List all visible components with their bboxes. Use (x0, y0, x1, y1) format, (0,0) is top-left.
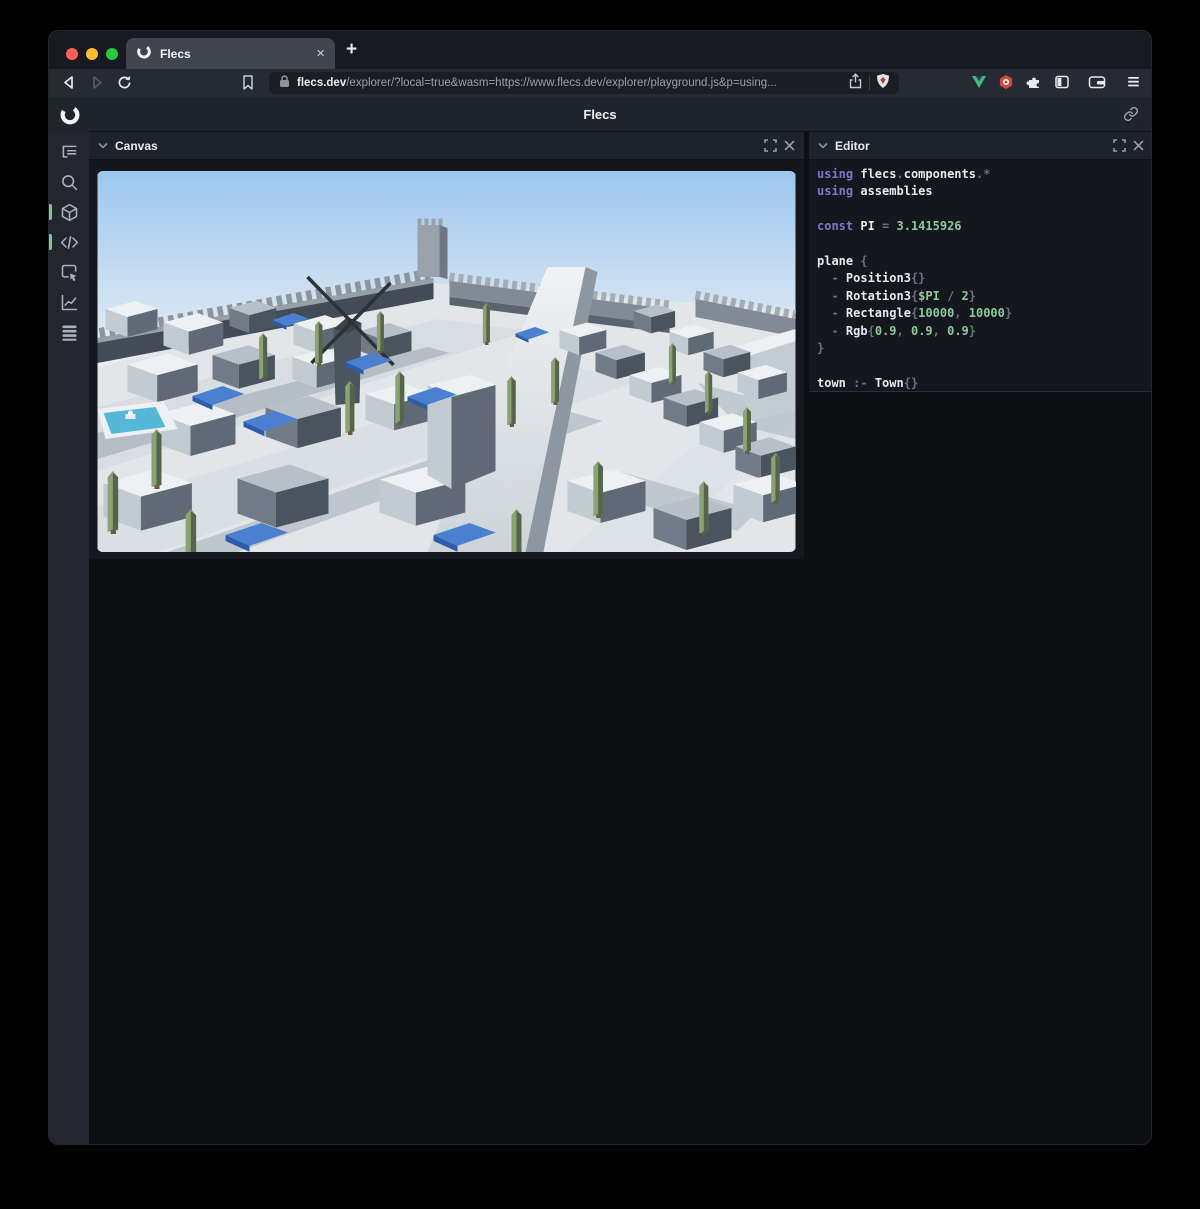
browser-window: Flecs × + flecs.dev/explorer/?local=true… (48, 30, 1152, 1145)
canvas-panel: Canvas (89, 132, 804, 559)
url-domain: flecs.dev (297, 77, 346, 89)
url-text: flecs.dev/explorer/?local=true&wasm=http… (297, 77, 842, 89)
tab-title: Flecs (160, 47, 308, 61)
window-zoom-button[interactable] (106, 48, 118, 60)
editor-panel-header: Editor (809, 132, 1152, 160)
tab-close-icon[interactable]: × (316, 46, 325, 61)
new-tab-button[interactable]: + (346, 39, 357, 61)
vue-devtools-extension-icon[interactable] (971, 75, 987, 94)
sidebar-item-scene-canvas[interactable] (49, 197, 89, 227)
fullscreen-icon[interactable] (764, 139, 777, 152)
chevron-down-icon[interactable] (98, 142, 108, 150)
inspect-cursor-icon (59, 262, 80, 283)
url-divider (869, 76, 870, 90)
extensions-puzzle-icon[interactable] (1026, 74, 1042, 95)
fullscreen-icon[interactable] (1113, 139, 1126, 152)
canvas-panel-title: Canvas (115, 139, 158, 153)
3d-viewport[interactable] (97, 171, 796, 552)
editor-panel: Editor using flecs.components.*using ass… (809, 132, 1152, 392)
forward-button[interactable] (89, 74, 105, 96)
share-link-icon[interactable] (1123, 106, 1139, 127)
sidebar-item-search[interactable] (49, 167, 89, 197)
close-icon[interactable] (784, 140, 795, 151)
back-button[interactable] (61, 74, 77, 96)
browser-toolbar: flecs.dev/explorer/?local=true&wasm=http… (49, 69, 1151, 97)
cube-icon (59, 202, 80, 223)
brave-shield-icon[interactable] (876, 73, 890, 94)
line-chart-icon (59, 292, 80, 313)
flecs-logo[interactable] (59, 103, 81, 130)
flecs-favicon (136, 43, 152, 64)
rows-stack-icon (59, 322, 80, 343)
town-scene (97, 171, 796, 552)
menu-hamburger-icon[interactable] (1126, 74, 1141, 94)
app-header: Flecs (49, 97, 1151, 131)
wallet-icon[interactable] (1088, 74, 1106, 95)
window-minimize-button[interactable] (86, 48, 98, 60)
reload-button[interactable] (116, 74, 133, 96)
left-sidebar (49, 131, 89, 1145)
traffic-lights (66, 48, 118, 60)
tree-outline-icon (59, 142, 80, 163)
window-close-button[interactable] (66, 48, 78, 60)
workspace: Canvas (89, 131, 1151, 1145)
canvas-panel-header: Canvas (89, 132, 804, 160)
sidebar-item-stats[interactable] (49, 287, 89, 317)
editor-panel-title: Editor (835, 139, 870, 153)
browser-tab-bar: Flecs × + (49, 31, 1151, 69)
page-title: Flecs (583, 107, 616, 122)
url-bar[interactable]: flecs.dev/explorer/?local=true&wasm=http… (269, 72, 899, 94)
url-path: /explorer/?local=true&wasm=https://www.f… (346, 77, 777, 89)
lock-icon (278, 74, 291, 93)
sidebar-toggle-icon[interactable] (1054, 74, 1070, 95)
sidebar-item-logs[interactable] (49, 317, 89, 347)
hexagon-extension-icon[interactable] (998, 74, 1014, 95)
sidebar-item-entity-tree[interactable] (49, 137, 89, 167)
browser-tab-flecs[interactable]: Flecs × (126, 38, 335, 69)
code-icon (59, 232, 80, 253)
share-icon[interactable] (848, 73, 863, 94)
close-icon[interactable] (1133, 140, 1144, 151)
search-icon (59, 172, 80, 193)
editor-code[interactable]: using flecs.components.*using assemblies… (809, 160, 1152, 398)
bookmark-icon[interactable] (241, 74, 255, 96)
chevron-down-icon[interactable] (818, 142, 828, 150)
sidebar-item-code-editor[interactable] (49, 227, 89, 257)
sidebar-item-inspect[interactable] (49, 257, 89, 287)
